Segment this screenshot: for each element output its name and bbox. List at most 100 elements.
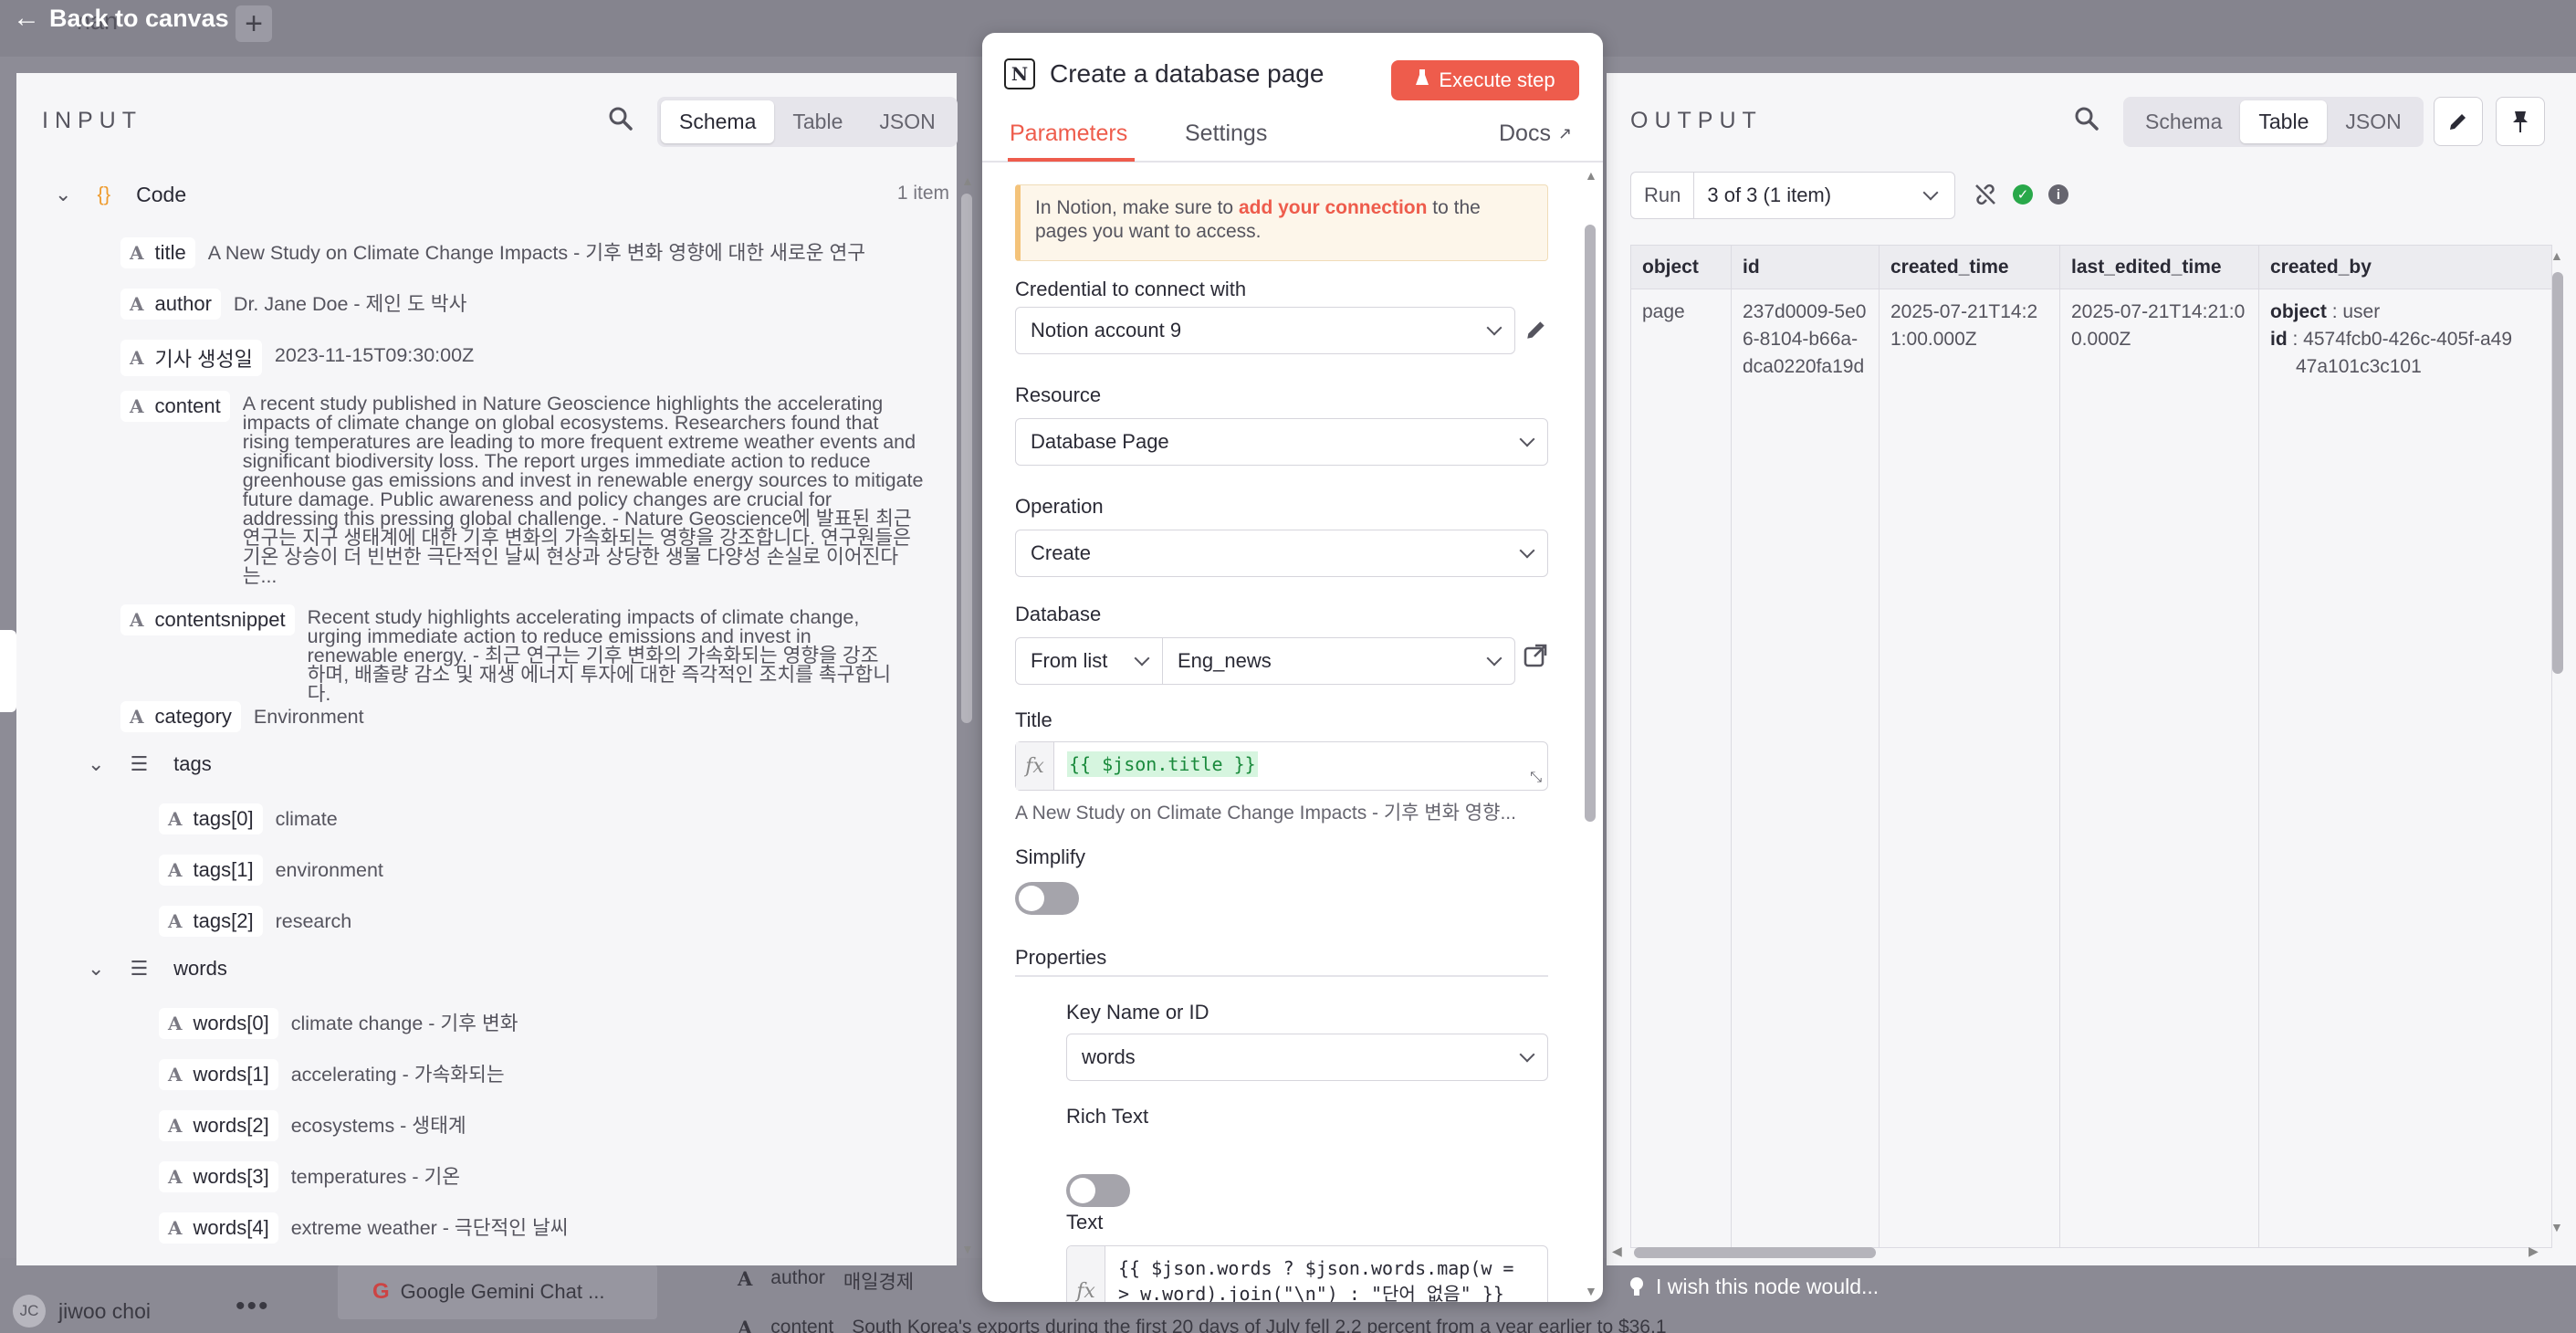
database-label: Database — [1015, 603, 1102, 625]
arrow-left-icon: ← — [13, 3, 40, 33]
tab-schema[interactable]: Schema — [661, 100, 775, 143]
add-connection-link[interactable]: add your connection — [1239, 197, 1428, 218]
field-value: accelerating - 가속화되는 — [290, 1064, 505, 1086]
parameters-scrollbar[interactable] — [1585, 225, 1596, 822]
tab-schema[interactable]: Schema — [2127, 100, 2240, 143]
docs-link[interactable]: Docs ↗ — [1499, 121, 1572, 158]
field-value: 2023-11-15T09:30:00Z — [274, 344, 475, 366]
execute-step-button[interactable]: Execute step — [1391, 60, 1579, 100]
code-node-icon: {} — [97, 183, 111, 205]
key-name-select[interactable]: words — [1066, 1034, 1548, 1081]
tab-settings[interactable]: Settings — [1185, 121, 1267, 158]
rich-text-toggle[interactable] — [1066, 1174, 1130, 1207]
add-tab-button[interactable]: + — [236, 5, 272, 42]
tab-json[interactable]: JSON — [2327, 100, 2419, 143]
text-expression-line: > w.word).join("\n") : "단어 없음" }} — [1118, 1283, 1504, 1302]
tab-table[interactable]: Table — [774, 100, 861, 143]
bg-node-card-label: Google Gemini Chat ... — [400, 1280, 605, 1303]
string-type-icon: A — [168, 1064, 183, 1086]
scroll-down-icon[interactable]: ▼ — [961, 1242, 974, 1256]
list-item[interactable]: Awords[2] ecosystems - 생태계 — [159, 1110, 466, 1141]
open-database-icon[interactable] — [1523, 643, 1548, 673]
text-expression-field[interactable]: fx {{ $json.words ? $json.words.map(w = … — [1066, 1245, 1548, 1302]
list-item[interactable]: Acategory Environment — [120, 701, 942, 732]
simplify-toggle[interactable] — [1015, 882, 1079, 915]
list-item[interactable]: Atags[1] environment — [159, 855, 383, 886]
input-panel: INPUT Schema Table JSON ⌄ {} Code 1 item… — [16, 73, 974, 1265]
list-item[interactable]: Acontent A recent study published in Nat… — [120, 391, 951, 586]
credential-select[interactable]: Notion account 9 — [1015, 307, 1515, 354]
tab-json[interactable]: JSON — [861, 100, 953, 143]
scroll-up-icon[interactable]: ▲ — [1585, 168, 1597, 183]
chevron-down-icon[interactable]: ⌄ — [88, 957, 104, 981]
schema-group-words[interactable]: ⌄ ☰ words — [88, 957, 227, 981]
string-type-icon: A — [168, 1166, 183, 1188]
input-view-switch: Schema Table JSON — [657, 97, 958, 147]
unlink-icon[interactable] — [1974, 183, 1997, 211]
list-item[interactable]: Atags[0] climate — [159, 803, 338, 834]
list-item[interactable]: Atags[2] research — [159, 906, 351, 937]
list-item[interactable]: Awords[3] temperatures - 기온 — [159, 1161, 460, 1192]
input-scrollbar[interactable] — [961, 194, 972, 723]
scroll-down-icon[interactable]: ▼ — [2550, 1220, 2563, 1234]
field-key: words[1] — [193, 1063, 269, 1086]
column-header[interactable]: last_edited_time — [2059, 245, 2259, 289]
resource-select[interactable]: Database Page — [1015, 418, 1548, 466]
column-header[interactable]: created_time — [1879, 245, 2060, 289]
user-menu[interactable]: JC jiwoo choi — [13, 1295, 151, 1328]
input-panel-title: INPUT — [42, 108, 142, 133]
properties-label: Properties — [1015, 946, 1107, 969]
search-icon[interactable] — [2074, 106, 2100, 136]
feedback-link[interactable]: I wish this node would... — [1628, 1275, 1879, 1299]
run-value: 3 of 3 (1 item) — [1707, 184, 1832, 206]
database-mode-select[interactable]: From list — [1015, 637, 1163, 685]
node-title[interactable]: Create a database page — [1050, 59, 1324, 89]
back-to-canvas-link[interactable]: ← Back to canvas — [13, 2, 229, 35]
field-key: words[2] — [193, 1114, 269, 1137]
string-type-icon: A — [168, 910, 183, 932]
search-icon[interactable] — [608, 106, 634, 136]
schema-root[interactable]: ⌄ {} Code 1 item — [55, 183, 949, 207]
list-item[interactable]: Awords[0] climate change - 기후 변화 — [159, 1008, 518, 1039]
credential-label: Credential to connect with — [1015, 278, 1247, 300]
list-item[interactable]: Aauthor Dr. Jane Doe - 제인 도 박사 — [120, 289, 942, 320]
output-horizontal-scrollbar[interactable] — [1634, 1247, 1876, 1258]
tab-parameters[interactable]: Parameters — [1008, 121, 1136, 162]
chevron-down-icon[interactable]: ⌄ — [55, 183, 71, 206]
string-type-icon: A — [130, 706, 144, 728]
scroll-left-icon[interactable]: ◀ — [1612, 1244, 1622, 1259]
chevron-down-icon[interactable]: ⌄ — [88, 752, 104, 776]
operation-select[interactable]: Create — [1015, 530, 1548, 577]
nested-value: : 4574fcb0-426c-405f-a49 — [2292, 329, 2513, 350]
user-name: jiwoo choi — [58, 1298, 151, 1323]
pin-output-button[interactable] — [2496, 97, 2545, 146]
edit-output-button[interactable] — [2434, 97, 2483, 146]
tab-table[interactable]: Table — [2240, 100, 2328, 143]
text-expression: {{ $json.words ? $json.words.map(w = > w… — [1105, 1246, 1526, 1302]
database-select[interactable]: Eng_news — [1162, 637, 1515, 685]
string-type-icon: A — [168, 1013, 183, 1034]
title-expression-field[interactable]: fx {{ $json.title }} ⤡ — [1015, 741, 1548, 791]
list-item[interactable]: Acontentsnippet Recent study highlights … — [120, 604, 924, 704]
list-item[interactable]: Awords[4] extreme weather - 극단적인 날씨 — [159, 1212, 569, 1244]
user-more-icon[interactable]: ••• — [236, 1291, 270, 1322]
column-header[interactable]: object — [1630, 245, 1732, 289]
scroll-down-icon[interactable]: ▼ — [1585, 1284, 1597, 1298]
edit-credential-icon[interactable] — [1524, 318, 1548, 346]
schema-group-tags[interactable]: ⌄ ☰ tags — [88, 752, 212, 776]
scroll-up-icon[interactable]: ▲ — [2550, 248, 2563, 263]
field-key: content — [154, 394, 221, 417]
info-icon[interactable]: i — [2048, 184, 2068, 205]
string-type-icon: A — [168, 808, 183, 830]
column-header[interactable]: id — [1731, 245, 1880, 289]
scroll-right-icon[interactable]: ▶ — [2529, 1244, 2539, 1259]
list-item[interactable]: Awords[1] accelerating - 가속화되는 — [159, 1059, 505, 1090]
scroll-up-icon[interactable]: ▲ — [961, 173, 974, 188]
output-vertical-scrollbar[interactable] — [2552, 272, 2563, 674]
column-header[interactable]: created_by — [2258, 245, 2552, 289]
expand-icon[interactable]: ⤡ — [1530, 770, 1542, 786]
list-item[interactable]: A 기사 생성일 2023-11-15T09:30:00Z — [120, 340, 942, 376]
run-selector[interactable]: Run 3 of 3 (1 item) — [1630, 172, 1955, 219]
text-label: Text — [1066, 1211, 1104, 1233]
list-item[interactable]: Atitle A New Study on Climate Change Imp… — [120, 237, 942, 268]
